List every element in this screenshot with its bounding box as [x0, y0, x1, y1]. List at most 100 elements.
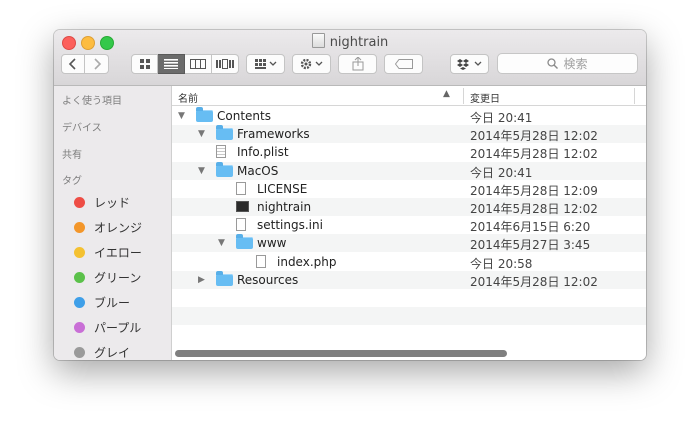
back-button[interactable] — [61, 54, 85, 74]
file-name: MacOS — [237, 163, 279, 178]
empty-row — [172, 307, 646, 326]
file-modified-date: 2014年6月15日 6:20 — [470, 220, 591, 235]
sidebar-heading-favorites[interactable]: よく使う項目 — [62, 92, 122, 107]
file-name: settings.ini — [257, 218, 323, 233]
table-row[interactable]: ▼ Contents 今日 20:41 — [172, 107, 646, 125]
sidebar-tag-item[interactable]: レッド — [74, 194, 130, 211]
finder-window: nightrain 検索 よく使う項目 デバイス 共有 タグ レッド オレンジ … — [54, 30, 646, 360]
file-modified-date: 今日 20:41 — [470, 111, 533, 125]
file-modified-date: 今日 20:58 — [470, 256, 533, 271]
empty-row — [172, 289, 646, 307]
file-modified-date: 今日 20:41 — [470, 165, 533, 180]
edit-tags-button[interactable] — [384, 54, 423, 74]
file-modified-date: 2014年5月27日 3:45 — [470, 238, 591, 253]
sidebar-tag-label: レッド — [94, 196, 131, 210]
navigation-buttons — [61, 54, 109, 74]
search-input[interactable]: 検索 — [497, 53, 638, 74]
column-header-name[interactable]: 名前 — [178, 90, 198, 105]
arrange-icon — [254, 59, 276, 69]
sort-ascending-icon: ▲ — [443, 89, 450, 99]
table-row[interactable]: ▼ Frameworks 2014年5月28日 12:02 — [172, 125, 646, 144]
folder-icon — [236, 234, 253, 250]
column-view-button[interactable] — [185, 54, 212, 74]
file-name: index.php — [277, 254, 337, 269]
sidebar-heading-shared[interactable]: 共有 — [62, 146, 82, 161]
sidebar: よく使う項目 デバイス 共有 タグ レッドオレンジイエローグリーンブルーパープル… — [54, 86, 172, 360]
file-name: Contents — [217, 109, 271, 123]
tag-color-dot-icon — [74, 222, 85, 233]
search-placeholder: 検索 — [563, 57, 588, 71]
executable-icon — [236, 201, 249, 212]
folder-icon — [216, 125, 233, 141]
forward-button[interactable] — [85, 54, 109, 74]
file-list: 名前 ▲ 変更日 ▼ Contents 今日 20:41 ▼ Frameworks 201… — [172, 86, 646, 360]
table-row[interactable]: ▼ MacOS 今日 20:41 — [172, 161, 646, 180]
sidebar-tag-label: グレイ — [94, 346, 131, 360]
list-view-button[interactable] — [158, 54, 185, 74]
document-icon — [256, 254, 266, 268]
sidebar-tag-label: イエロー — [94, 246, 142, 260]
file-modified-date: 2014年5月28日 12:09 — [470, 183, 598, 198]
sidebar-tag-item[interactable]: ブルー — [74, 294, 130, 311]
icon-view-button[interactable] — [131, 54, 158, 74]
tag-color-dot-icon — [74, 247, 85, 258]
gear-icon — [300, 58, 322, 70]
disclosure-expanded-icon[interactable]: ▼ — [218, 238, 225, 248]
window-title: nightrain — [54, 33, 646, 50]
share-icon — [352, 57, 363, 71]
table-row[interactable]: Info.plist 2014年5月28日 12:02 — [172, 143, 646, 161]
sidebar-tag-item[interactable]: グレイ — [74, 344, 130, 360]
folder-icon — [216, 161, 233, 177]
grid-icon — [139, 59, 150, 69]
coverflow-icon — [216, 59, 234, 69]
table-row[interactable]: ▼ www 2014年5月27日 3:45 — [172, 234, 646, 253]
tag-color-dot-icon — [74, 197, 85, 208]
tag-color-dot-icon — [74, 347, 85, 358]
window-title-text: nightrain — [329, 35, 389, 50]
disclosure-expanded-icon[interactable]: ▼ — [198, 129, 205, 139]
sidebar-tag-label: ブルー — [94, 296, 131, 310]
sidebar-heading-devices[interactable]: デバイス — [62, 119, 102, 134]
disclosure-expanded-icon[interactable]: ▼ — [178, 111, 185, 121]
toolbar: nightrain 検索 — [54, 30, 646, 86]
sidebar-tag-item[interactable]: グリーン — [74, 269, 141, 286]
dropbox-icon — [456, 59, 481, 70]
share-button[interactable] — [338, 54, 377, 74]
tag-icon — [394, 59, 413, 69]
view-mode-buttons — [131, 54, 239, 74]
column-header-modified[interactable]: 変更日 — [470, 90, 500, 105]
cover-flow-button[interactable] — [212, 54, 239, 74]
arrange-button[interactable] — [246, 54, 285, 74]
file-name: Frameworks — [237, 127, 310, 142]
sidebar-tag-item[interactable]: オレンジ — [74, 219, 142, 236]
file-modified-date: 2014年5月28日 12:02 — [470, 147, 598, 162]
action-button[interactable] — [292, 54, 331, 74]
file-modified-date: 2014年5月28日 12:02 — [470, 202, 598, 216]
sidebar-tag-item[interactable]: イエロー — [74, 244, 142, 261]
document-icon — [236, 181, 246, 195]
table-row[interactable]: ▶ Resources 2014年5月28日 12:02 — [172, 270, 646, 289]
folder-icon — [216, 270, 233, 286]
disclosure-collapsed-icon[interactable]: ▶ — [198, 275, 205, 285]
file-modified-date: 2014年5月28日 12:02 — [470, 274, 598, 289]
table-row[interactable]: index.php 今日 20:58 — [172, 253, 646, 271]
file-modified-date: 2014年5月28日 12:02 — [470, 129, 598, 144]
sidebar-tag-item[interactable]: パープル — [74, 319, 141, 336]
tag-color-dot-icon — [74, 272, 85, 283]
horizontal-scrollbar[interactable] — [175, 350, 507, 357]
dropbox-button[interactable] — [450, 54, 489, 74]
column-divider[interactable] — [634, 88, 635, 104]
sidebar-tag-label: グリーン — [94, 271, 142, 285]
sidebar-tag-label: パープル — [94, 321, 142, 335]
file-name: Resources — [237, 272, 299, 287]
column-divider[interactable] — [463, 88, 464, 104]
tag-color-dot-icon — [74, 322, 85, 333]
disclosure-expanded-icon[interactable]: ▼ — [198, 166, 205, 176]
table-row[interactable]: LICENSE 2014年5月28日 12:09 — [172, 180, 646, 198]
chevron-left-icon — [68, 58, 76, 70]
table-row[interactable]: nightrain 2014年5月28日 12:02 — [172, 198, 646, 216]
columns-icon — [190, 59, 206, 69]
table-row[interactable]: settings.ini 2014年6月15日 6:20 — [172, 216, 646, 234]
file-name: nightrain — [257, 200, 312, 214]
sidebar-heading-tags[interactable]: タグ — [62, 172, 82, 187]
